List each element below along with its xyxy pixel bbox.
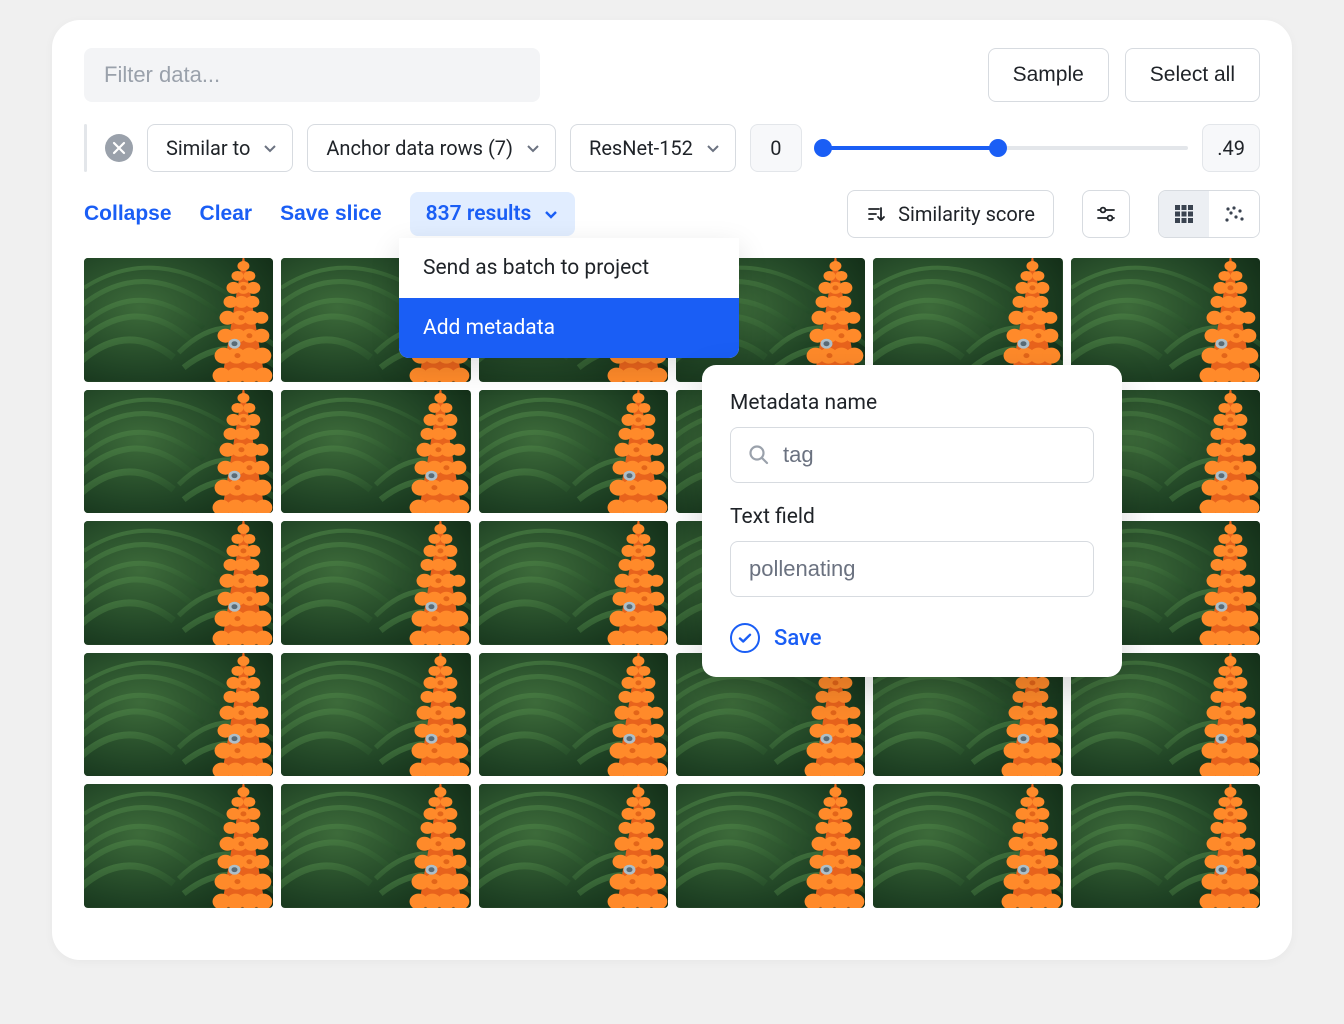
image-thumbnail[interactable] <box>84 390 273 514</box>
dropdown-label: Anchor data rows (7) <box>326 136 513 160</box>
sort-icon <box>866 204 886 224</box>
similar-to-dropdown[interactable]: Similar to <box>147 124 293 172</box>
view-toggle <box>1158 190 1260 238</box>
similarity-slider[interactable] <box>816 124 1188 172</box>
image-thumbnail[interactable] <box>873 784 1062 908</box>
range-min[interactable]: 0 <box>750 124 802 172</box>
scatter-icon <box>1222 202 1246 226</box>
search-icon <box>747 443 771 467</box>
image-thumbnail[interactable] <box>84 521 273 645</box>
metadata-name-input-wrap[interactable] <box>730 427 1094 483</box>
sliders-icon <box>1094 202 1118 226</box>
save-button[interactable]: Save <box>730 623 1094 653</box>
action-row: Collapse Clear Save slice 837 results Si… <box>84 190 1260 238</box>
chevron-down-icon <box>262 140 278 156</box>
range-max[interactable]: .49 <box>1202 124 1260 172</box>
text-field-label: Text field <box>730 505 1094 529</box>
model-dropdown[interactable]: ResNet-152 <box>570 124 736 172</box>
chevron-down-icon <box>543 206 559 222</box>
sample-button[interactable]: Sample <box>988 48 1109 102</box>
grid-icon <box>1173 203 1195 225</box>
menu-item-send-batch[interactable]: Send as batch to project <box>399 238 739 298</box>
image-thumbnail[interactable] <box>1071 258 1260 382</box>
app-window: Sample Select all Similar to Anchor data… <box>52 20 1292 960</box>
image-thumbnail[interactable] <box>479 390 668 514</box>
image-thumbnail[interactable] <box>873 258 1062 382</box>
results-count: 837 results <box>426 202 532 226</box>
scatter-view-button[interactable] <box>1209 191 1259 237</box>
top-row: Sample Select all <box>84 48 1260 102</box>
filter-bar: Similar to Anchor data rows (7) ResNet-1… <box>84 124 1260 172</box>
chevron-down-icon <box>705 140 721 156</box>
check-circle-icon <box>730 623 760 653</box>
divider <box>84 124 87 172</box>
image-thumbnail[interactable] <box>479 653 668 777</box>
collapse-button[interactable]: Collapse <box>84 202 172 226</box>
image-thumbnail[interactable] <box>281 784 470 908</box>
dropdown-label: ResNet-152 <box>589 136 693 160</box>
save-slice-button[interactable]: Save slice <box>280 202 382 226</box>
image-thumbnail[interactable] <box>84 784 273 908</box>
metadata-name-input[interactable] <box>783 442 1077 468</box>
results-menu: Send as batch to project Add metadata <box>399 238 739 358</box>
image-thumbnail[interactable] <box>1071 784 1260 908</box>
chevron-down-icon <box>525 140 541 156</box>
results-dropdown[interactable]: 837 results <box>410 192 576 236</box>
metadata-panel: Metadata name Text field Save <box>702 365 1122 677</box>
image-thumbnail[interactable] <box>479 521 668 645</box>
grid-view-button[interactable] <box>1159 191 1209 237</box>
filter-input[interactable] <box>84 48 540 102</box>
image-thumbnail[interactable] <box>84 653 273 777</box>
clear-filter-icon[interactable] <box>105 134 133 162</box>
image-thumbnail[interactable] <box>84 258 273 382</box>
image-thumbnail[interactable] <box>281 653 470 777</box>
metadata-name-label: Metadata name <box>730 391 1094 415</box>
dropdown-label: Similar to <box>166 136 250 160</box>
menu-item-add-metadata[interactable]: Add metadata <box>399 298 739 358</box>
image-thumbnail[interactable] <box>281 521 470 645</box>
image-thumbnail[interactable] <box>676 784 865 908</box>
image-thumbnail[interactable] <box>479 784 668 908</box>
sort-label: Similarity score <box>898 202 1035 226</box>
sort-button[interactable]: Similarity score <box>847 190 1054 238</box>
settings-button[interactable] <box>1082 190 1130 238</box>
text-field-input[interactable] <box>730 541 1094 597</box>
clear-button[interactable]: Clear <box>200 202 253 226</box>
select-all-button[interactable]: Select all <box>1125 48 1260 102</box>
image-thumbnail[interactable] <box>281 390 470 514</box>
save-label: Save <box>774 626 822 651</box>
anchor-rows-dropdown[interactable]: Anchor data rows (7) <box>307 124 556 172</box>
